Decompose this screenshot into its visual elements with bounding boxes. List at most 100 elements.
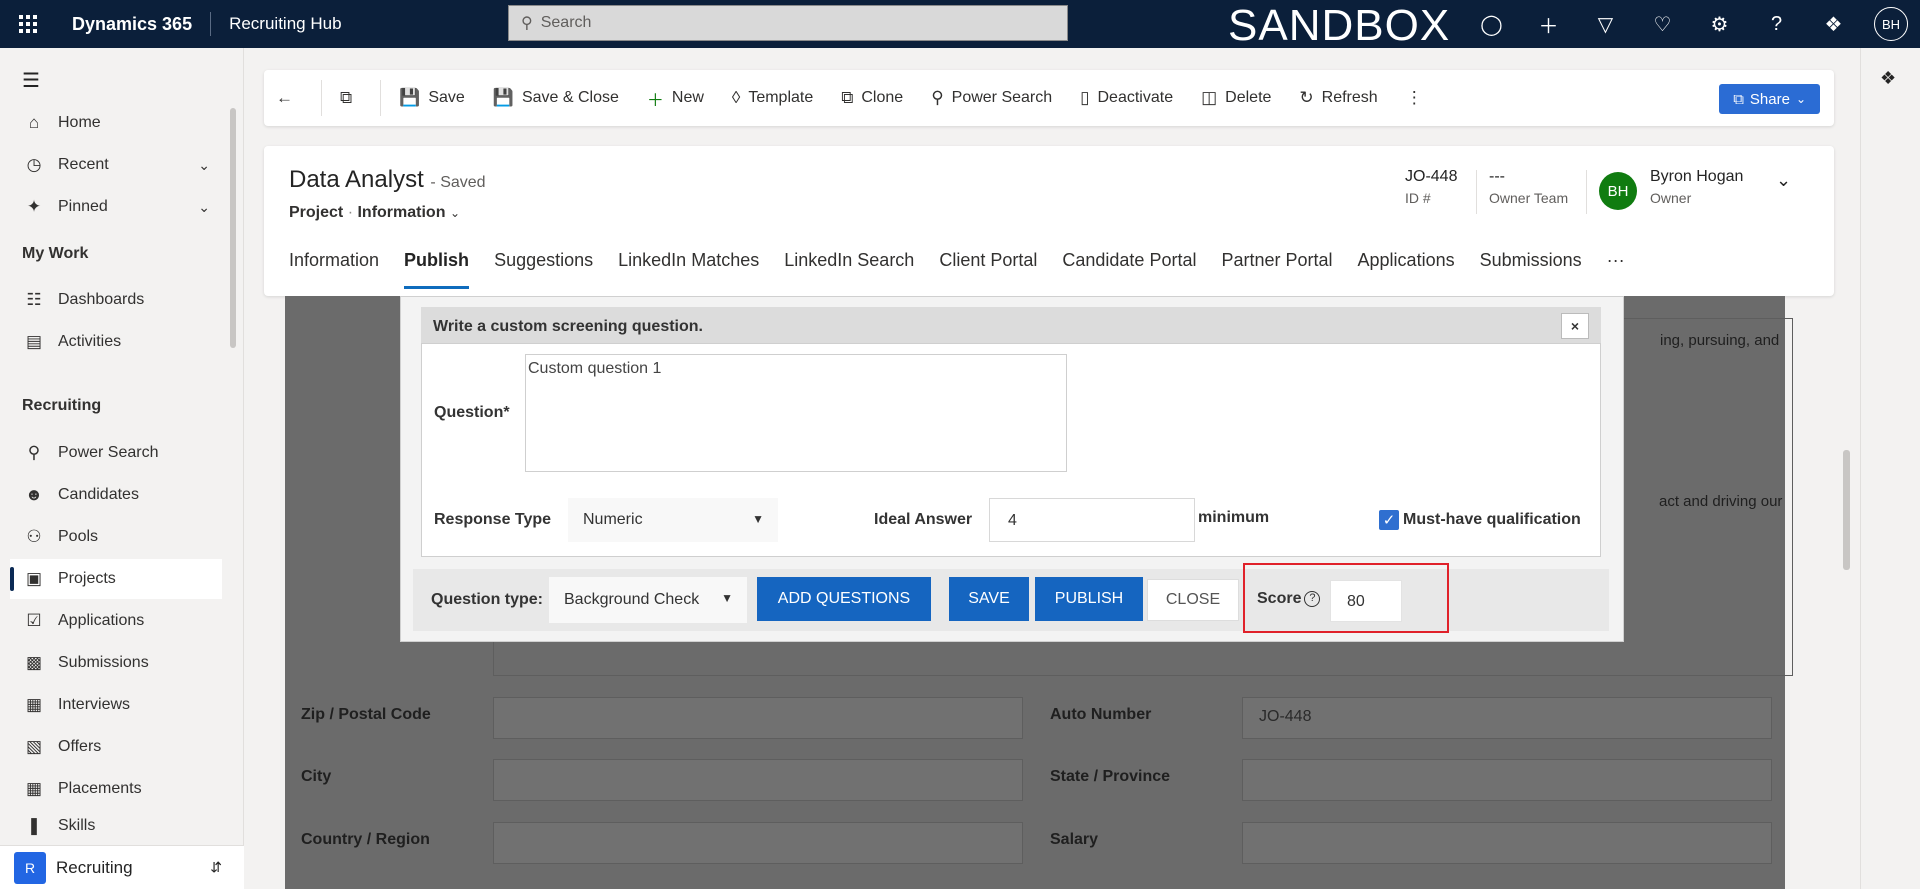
publish-button[interactable]: PUBLISH <box>1035 577 1143 621</box>
site-map-nav: ☰ ⌂ Home ◷ Recent ⌄ ✦ Pinned ⌄ My Work ☷… <box>0 48 244 889</box>
lightbulb-icon[interactable]: ◯ <box>1463 0 1520 48</box>
hub-name[interactable]: Recruiting Hub <box>211 14 341 34</box>
tab-linkedin-search[interactable]: LinkedIn Search <box>784 248 914 288</box>
area-badge: R <box>14 851 46 884</box>
nav-item-pools[interactable]: ⚇ Pools <box>10 517 222 557</box>
form-tabs: Information Publish Suggestions LinkedIn… <box>289 248 1650 289</box>
tab-client-portal[interactable]: Client Portal <box>939 248 1037 288</box>
template-button[interactable]: ◊ Template <box>732 88 813 108</box>
tabs-more-button[interactable]: ··· <box>1607 248 1625 288</box>
area-switcher[interactable]: R Recruiting ⇵ <box>0 845 244 889</box>
power-search-label: Power Search <box>951 89 1053 106</box>
close-button[interactable]: CLOSE <box>1147 579 1239 621</box>
help-icon[interactable]: ? <box>1748 0 1805 48</box>
clone-button[interactable]: ⧉ Clone <box>841 88 903 108</box>
chevron-down-icon[interactable]: ⌄ <box>450 206 460 220</box>
tab-submissions[interactable]: Submissions <box>1480 248 1582 288</box>
form-selector[interactable]: Information <box>357 204 445 221</box>
plus-icon[interactable]: ＋ <box>1520 0 1577 48</box>
save-close-icon: 💾 <box>492 88 514 107</box>
save-icon: 💾 <box>399 88 421 107</box>
add-questions-button[interactable]: ADD QUESTIONS <box>757 577 931 621</box>
nav-item-label: Candidates <box>58 486 139 503</box>
share-button[interactable]: ⧉ Share ⌄ <box>1719 84 1820 114</box>
filter-icon[interactable]: ▽ <box>1577 0 1634 48</box>
tab-linkedin-matches[interactable]: LinkedIn Matches <box>618 248 759 288</box>
nav-item-skills[interactable]: ❚ Skills <box>10 811 222 841</box>
help-icon[interactable]: ? <box>1304 590 1321 607</box>
must-have-checkbox[interactable]: ✓ <box>1379 510 1399 530</box>
nav-item-projects[interactable]: ▣ Projects <box>10 559 222 599</box>
new-button[interactable]: ＋ New <box>647 86 704 111</box>
nav-item-power-search[interactable]: ⚲ Power Search <box>10 433 222 473</box>
delete-button[interactable]: ◫ Delete <box>1201 88 1271 108</box>
nav-scrollbar[interactable] <box>230 108 236 348</box>
tab-applications[interactable]: Applications <box>1358 248 1455 288</box>
back-button[interactable]: ← <box>276 88 301 108</box>
refresh-button[interactable]: ↻ Refresh <box>1299 88 1377 108</box>
new-label: New <box>671 89 704 106</box>
chevron-down-icon[interactable]: ⌄ <box>1776 170 1791 191</box>
nav-item-label: Power Search <box>58 444 159 461</box>
gear-icon[interactable]: ⚙ <box>1691 0 1748 48</box>
app-launcher-button[interactable] <box>0 0 56 48</box>
must-have-label: Must-have qualification <box>1403 511 1581 528</box>
save-button[interactable]: 💾 Save <box>399 88 465 108</box>
app-name[interactable]: Dynamics 365 <box>56 12 212 36</box>
chevron-down-icon[interactable]: ⌄ <box>198 157 210 174</box>
bell-icon[interactable]: ♡ <box>1634 0 1691 48</box>
country-label: Country / Region <box>301 831 430 848</box>
nav-item-recent[interactable]: ◷ Recent ⌄ <box>10 145 222 185</box>
copilot-icon[interactable]: ❖ <box>1805 0 1862 48</box>
arrow-left-icon: ← <box>276 88 293 107</box>
header-divider <box>1476 170 1477 214</box>
score-label: Score <box>1257 590 1302 607</box>
nav-item-candidates[interactable]: ☻ Candidates <box>10 475 222 515</box>
nav-item-label: Applications <box>58 612 145 629</box>
question-type-select[interactable]: Background Check ▼ <box>549 577 747 623</box>
person-icon: ☻ <box>25 485 43 504</box>
response-type-select[interactable]: Numeric ▼ <box>568 498 778 542</box>
deactivate-button[interactable]: ▯ Deactivate <box>1080 88 1173 108</box>
id-label: ID # <box>1405 190 1431 206</box>
hamburger-icon[interactable]: ☰ <box>22 68 40 93</box>
save-close-button[interactable]: 💾 Save & Close <box>493 88 619 108</box>
nav-item-home[interactable]: ⌂ Home <box>10 103 222 143</box>
tab-information[interactable]: Information <box>289 248 379 288</box>
nav-item-label: Offers <box>58 738 102 755</box>
deactivate-label: Deactivate <box>1097 89 1174 106</box>
clone-label: Clone <box>861 89 904 106</box>
nav-item-activities[interactable]: ▤ Activities <box>10 322 222 362</box>
nav-item-offers[interactable]: ▧ Offers <box>10 727 222 767</box>
delete-label: Delete <box>1225 89 1272 106</box>
chevron-down-icon[interactable]: ⌄ <box>198 199 210 216</box>
close-icon[interactable]: × <box>1561 313 1589 339</box>
owner-avatar[interactable]: BH <box>1599 172 1637 210</box>
record-header: Data Analyst - Saved Project · Informati… <box>264 146 1834 296</box>
copilot-icon[interactable]: ❖ <box>1880 68 1896 89</box>
user-avatar[interactable]: BH <box>1874 7 1908 41</box>
nav-item-submissions[interactable]: ▩ Submissions <box>10 643 222 683</box>
nav-item-dashboards[interactable]: ☷ Dashboards <box>10 280 222 320</box>
owner-link[interactable]: Byron Hogan <box>1650 168 1743 186</box>
tab-partner-portal[interactable]: Partner Portal <box>1221 248 1332 288</box>
share-label: Share <box>1749 90 1790 108</box>
nav-item-applications[interactable]: ☑ Applications <box>10 601 222 641</box>
tab-candidate-portal[interactable]: Candidate Portal <box>1062 248 1196 288</box>
global-search-input[interactable]: ⚲ Search <box>508 5 1068 41</box>
nav-item-placements[interactable]: ▦ Placements <box>10 769 222 809</box>
power-search-button[interactable]: ⚲ Power Search <box>931 88 1052 108</box>
tab-publish[interactable]: Publish <box>404 248 470 289</box>
pop-out-button[interactable]: ⧉ <box>340 88 360 108</box>
score-input[interactable]: 80 <box>1330 580 1402 622</box>
question-textarea[interactable]: Custom question 1 <box>525 354 1067 472</box>
main-scrollbar[interactable] <box>1843 450 1850 570</box>
question-label: Question* <box>434 404 510 421</box>
nav-item-pinned[interactable]: ✦ Pinned ⌄ <box>10 187 222 227</box>
save-question-button[interactable]: SAVE <box>949 577 1029 621</box>
waffle-icon <box>19 15 37 33</box>
more-commands-button[interactable]: ⋮ <box>1406 88 1431 108</box>
nav-item-interviews[interactable]: ▦ Interviews <box>10 685 222 725</box>
ideal-answer-input[interactable]: 4 <box>989 498 1195 542</box>
tab-suggestions[interactable]: Suggestions <box>494 248 593 288</box>
